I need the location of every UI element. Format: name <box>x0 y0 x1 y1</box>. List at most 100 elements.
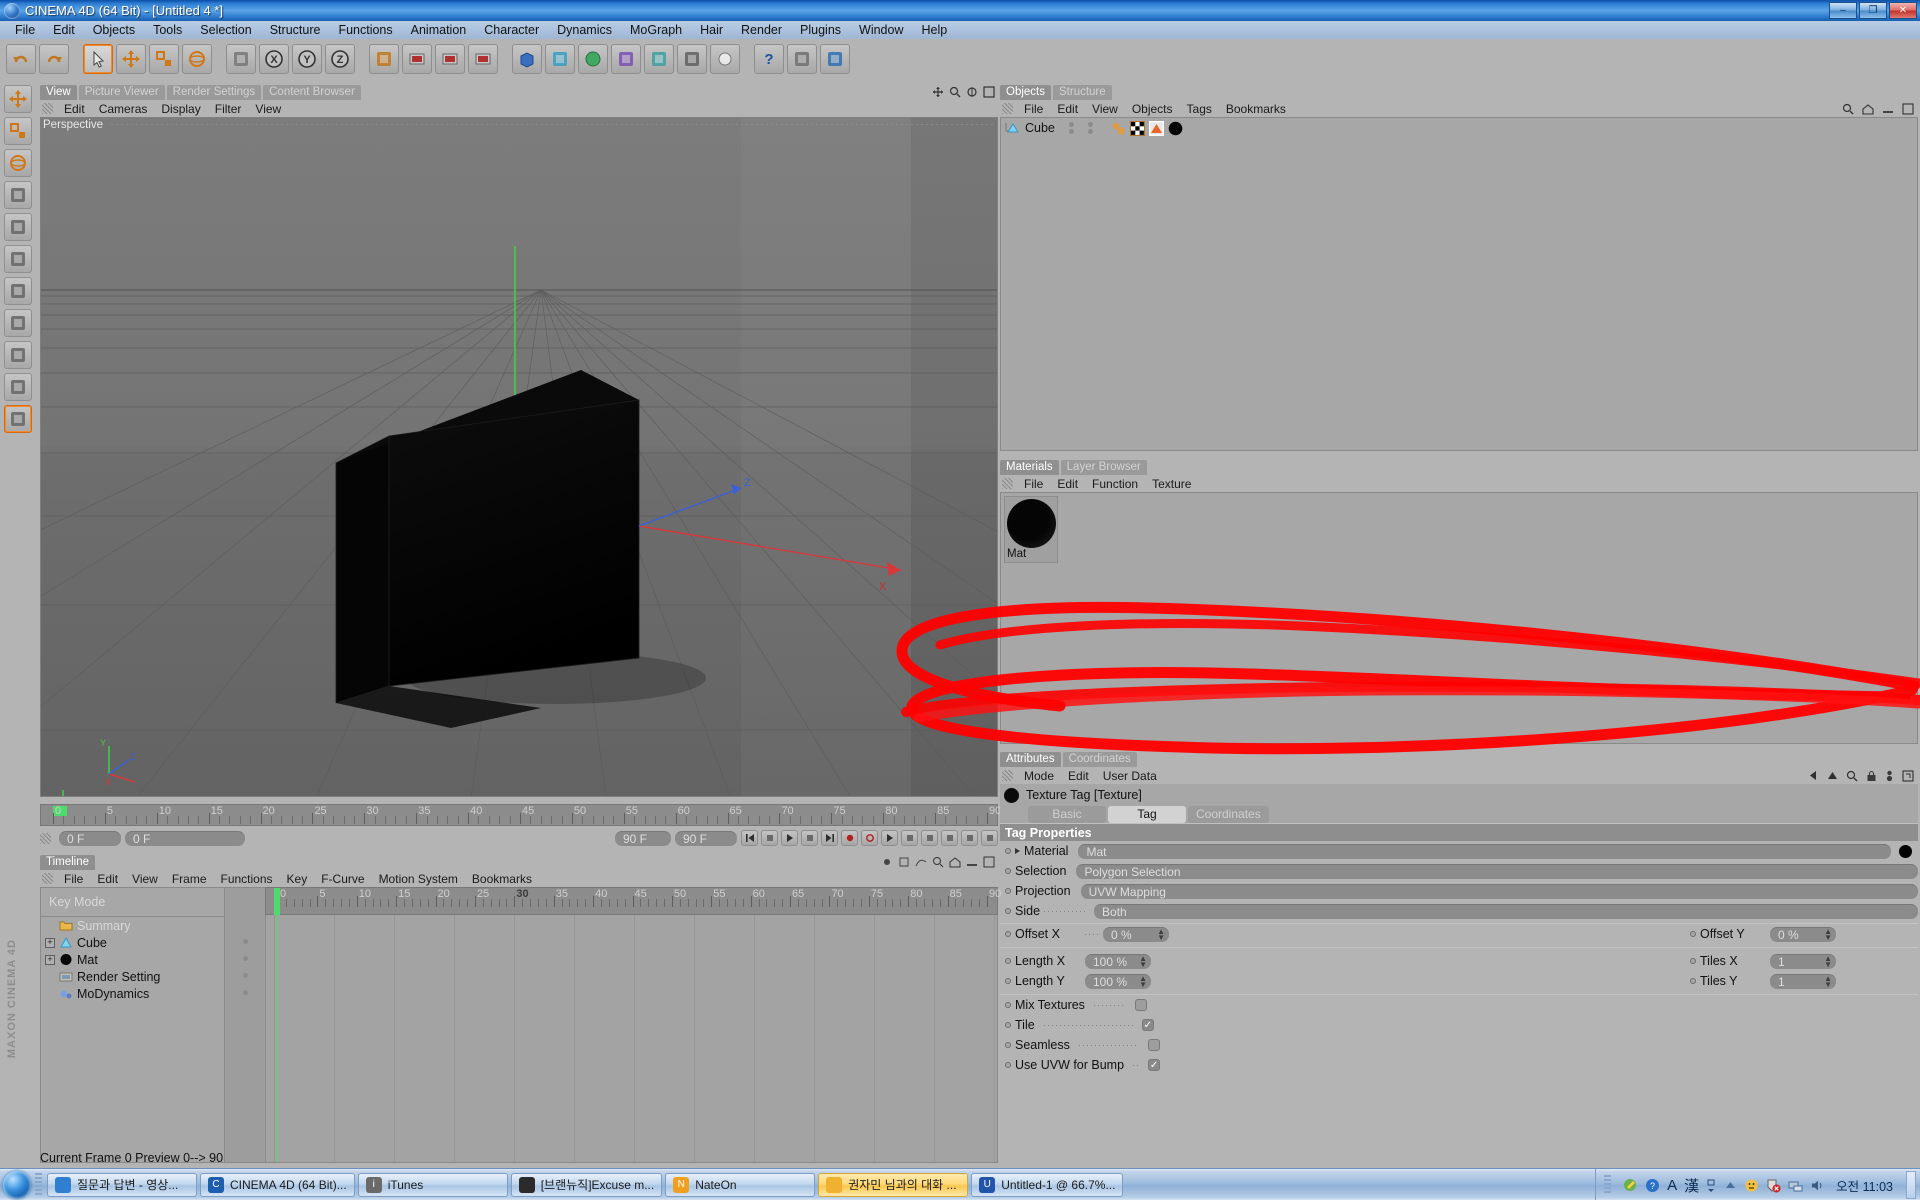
panel-grip-icon[interactable] <box>1002 770 1013 781</box>
timeline-menu-key[interactable]: Key <box>280 872 315 886</box>
timeline-menu-file[interactable]: File <box>57 872 90 886</box>
lefttool-scale-tool-icon[interactable] <box>4 117 32 145</box>
materials-menu-edit[interactable]: Edit <box>1050 477 1085 491</box>
visibility-editor-dot[interactable] <box>1068 122 1074 127</box>
checkbox-seamless[interactable] <box>1148 1039 1161 1051</box>
property-bullet-icon[interactable] <box>1690 958 1696 964</box>
timeline-menu-frame[interactable]: Frame <box>165 872 214 886</box>
search-icon[interactable] <box>932 856 944 868</box>
objects-menu-view[interactable]: View <box>1085 102 1125 116</box>
toolbar-add-generator-icon[interactable] <box>578 44 608 74</box>
attributes-menu-edit[interactable]: Edit <box>1061 769 1096 783</box>
notification-icon[interactable] <box>1744 1178 1759 1193</box>
playback-position-key-icon[interactable] <box>901 830 918 846</box>
timeline-playhead[interactable] <box>276 915 277 1162</box>
taskbar-button[interactable]: C CINEMA 4D (64 Bit)... <box>200 1172 355 1197</box>
numeric-field-offsetx[interactable]: 0 % ▲ ▼ <box>1103 926 1169 942</box>
menu-item-mograph[interactable]: MoGraph <box>621 21 691 39</box>
pin-icon[interactable] <box>1885 770 1894 782</box>
timeline-row[interactable]: Render Setting <box>41 968 224 985</box>
panel-grip-icon[interactable] <box>1002 478 1013 489</box>
numeric-field-tilesx[interactable]: 1 ▲ ▼ <box>1770 953 1836 969</box>
lefttool-animation-mode-icon[interactable] <box>4 405 32 433</box>
attributes-tab-coordinates[interactable]: Coordinates <box>1062 752 1137 767</box>
menu-item-edit[interactable]: Edit <box>44 21 84 39</box>
timeline-grid[interactable] <box>265 915 998 1163</box>
menu-item-tools[interactable]: Tools <box>144 21 191 39</box>
taskbar-button[interactable]: [브랜뉴직]Excuse m... <box>510 1172 663 1197</box>
attributes-subtab-coordinates[interactable]: Coordinates <box>1188 806 1269 823</box>
home-icon[interactable] <box>949 856 961 868</box>
lefttool-move-tool-icon[interactable] <box>4 85 32 113</box>
timeline-track-dot[interactable] <box>242 990 248 995</box>
pan-icon[interactable] <box>932 86 944 98</box>
toolbar-lock-z-icon[interactable]: Z <box>325 44 355 74</box>
materials-tab-materials[interactable]: Materials <box>1000 460 1059 475</box>
property-bullet-icon[interactable] <box>1005 888 1011 894</box>
viewport-menu-cameras[interactable]: Cameras <box>92 102 155 116</box>
property-bullet-icon[interactable] <box>1005 958 1011 964</box>
toolbar-rotate-tool-icon[interactable] <box>182 44 212 74</box>
key-icon[interactable] <box>881 856 893 868</box>
panel-grip-icon[interactable] <box>1002 103 1013 114</box>
menu-item-render[interactable]: Render <box>732 21 791 39</box>
toolbar-world-axis-icon[interactable] <box>226 44 256 74</box>
playback-first-frame-icon[interactable] <box>741 830 758 846</box>
toolbar-redo-icon[interactable] <box>39 44 69 74</box>
windows-start-orb-icon[interactable] <box>3 1170 31 1199</box>
property-value-selection[interactable]: Polygon Selection <box>1076 863 1918 879</box>
timeline-track-dot[interactable] <box>242 973 248 978</box>
property-bullet-icon[interactable] <box>1005 1002 1011 1008</box>
property-value-projection[interactable]: UVW Mapping <box>1080 883 1918 899</box>
panel-grip-icon[interactable] <box>42 873 53 884</box>
timeline-menu-bookmarks[interactable]: Bookmarks <box>465 872 539 886</box>
preview-end-field[interactable]: 90 F <box>615 830 671 846</box>
home-icon[interactable] <box>1862 103 1874 115</box>
lefttool-rotate-tool-icon[interactable] <box>4 149 32 177</box>
property-value-side[interactable]: Both <box>1094 903 1918 919</box>
menu-item-hair[interactable]: Hair <box>691 21 732 39</box>
timeline-ruler[interactable]: 0 5 10 15 20 25 30 35 40 45 50 55 60 65 70 75 80 85 90 <box>265 887 1001 916</box>
property-bullet-icon[interactable] <box>1005 931 1011 937</box>
viewport-menu-view[interactable]: View <box>248 102 288 116</box>
numeric-field-offsety[interactable]: 0 % ▲ ▼ <box>1770 926 1836 942</box>
minimize-panel-icon[interactable] <box>1882 103 1894 115</box>
spinner-icon[interactable]: ▲ ▼ <box>1824 927 1832 941</box>
ime-A-icon[interactable]: A <box>1667 1177 1677 1194</box>
autokey-icon[interactable] <box>898 856 910 868</box>
materials-tab-layerbrowser[interactable]: Layer Browser <box>1060 460 1147 475</box>
lefttool-model-mode-icon[interactable] <box>4 277 32 305</box>
expand-toggle[interactable]: + <box>45 954 55 965</box>
viewport-tab-view[interactable]: View <box>40 85 77 100</box>
checkbox-useuvwforbump[interactable]: ✓ <box>1148 1059 1161 1071</box>
viewport-menu-edit[interactable]: Edit <box>57 102 92 116</box>
objects-tab-structure[interactable]: Structure <box>1053 85 1112 100</box>
fcurve-icon[interactable] <box>915 856 927 868</box>
toolbar-lock-y-icon[interactable]: Y <box>292 44 322 74</box>
objects-menu-bookmarks[interactable]: Bookmarks <box>1219 102 1293 116</box>
spinner-icon[interactable]: ▲ ▼ <box>1139 974 1147 988</box>
lefttool-point-mode-icon[interactable] <box>4 181 32 209</box>
menu-item-animation[interactable]: Animation <box>402 21 476 39</box>
property-bullet-icon[interactable] <box>1005 1022 1011 1028</box>
spinner-icon[interactable]: ▲ ▼ <box>1824 974 1832 988</box>
toolbar-add-spline-icon[interactable] <box>545 44 575 74</box>
show-desktop-button[interactable] <box>1906 1171 1916 1199</box>
materials-menu-function[interactable]: Function <box>1085 477 1145 491</box>
checkbox-tile[interactable]: ✓ <box>1141 1019 1154 1031</box>
lefttool-polygon-mode-icon[interactable] <box>4 245 32 273</box>
mograph-tag-icon[interactable] <box>1111 121 1126 136</box>
search-icon[interactable] <box>1846 770 1858 782</box>
minimize-panel-icon[interactable] <box>966 856 978 868</box>
expand-arrow-icon[interactable] <box>1015 848 1020 854</box>
taskbar-button[interactable]: 권자민 님과의 대화 ... <box>818 1172 969 1197</box>
playback-prev-key-icon[interactable] <box>761 830 778 846</box>
timeline-row[interactable]: Summary <box>41 917 224 934</box>
spinner-icon[interactable]: ▲ ▼ <box>1824 954 1832 968</box>
close-button[interactable]: ✕ <box>1889 2 1917 19</box>
lock-icon[interactable] <box>1866 770 1877 782</box>
attributes-subtab-basic[interactable]: Basic <box>1028 806 1106 823</box>
security-alert-icon[interactable] <box>1766 1178 1781 1193</box>
toolbar-add-environment-icon[interactable] <box>644 44 674 74</box>
timeline-row[interactable]: + Mat <box>41 951 224 968</box>
